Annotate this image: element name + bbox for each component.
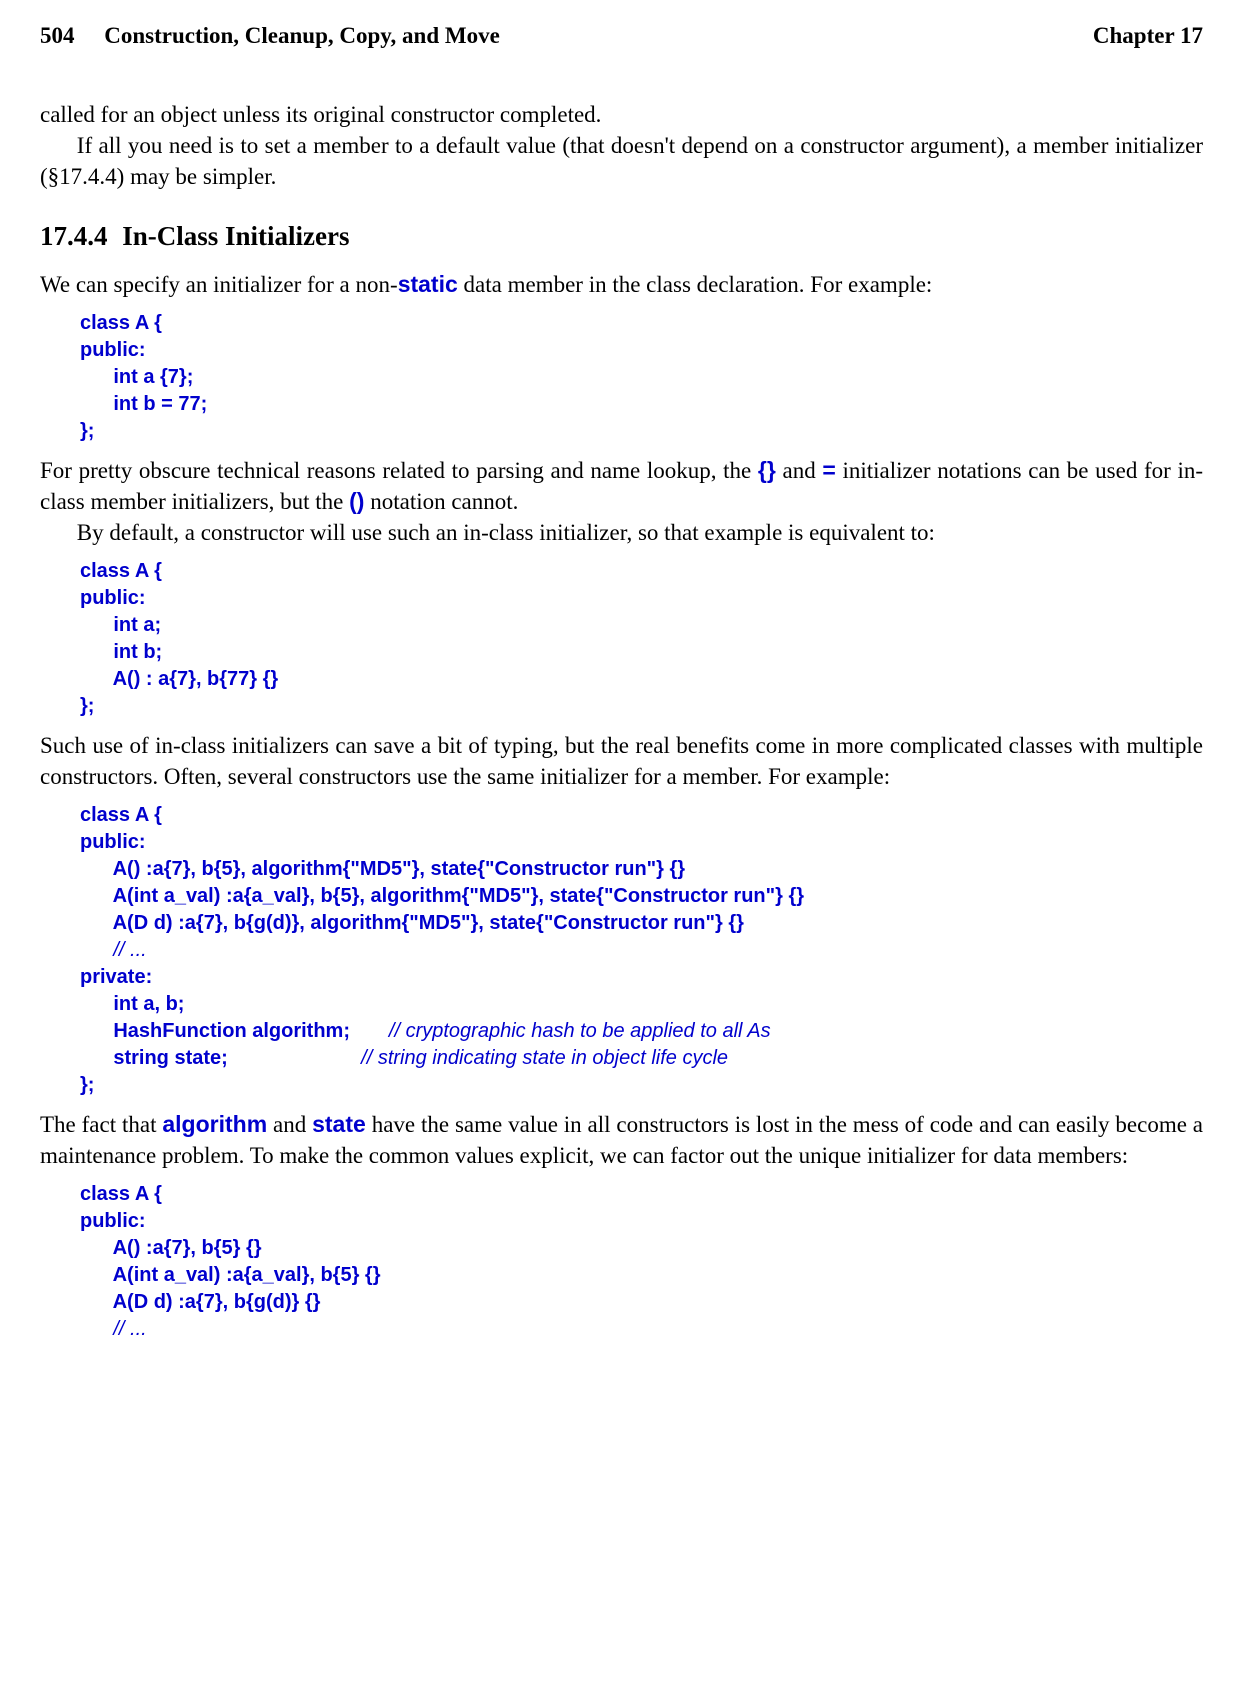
text-run: notation cannot. xyxy=(364,489,518,514)
code-line: A() :a{7}, b{5} {} xyxy=(80,1237,262,1259)
code-comment: // cryptographic hash to be applied to a… xyxy=(389,1020,771,1042)
code-line xyxy=(80,1318,113,1340)
code-line: int a, b; xyxy=(80,993,184,1015)
code-line: int b; xyxy=(80,641,162,663)
body-paragraph: called for an object unless its original… xyxy=(40,99,1203,130)
inline-code-state: state xyxy=(312,1111,366,1137)
text-run: For pretty obscure technical reasons rel… xyxy=(40,458,758,483)
code-pad xyxy=(350,1020,389,1042)
body-paragraph: For pretty obscure technical reasons rel… xyxy=(40,455,1203,517)
page-number: 504 xyxy=(40,23,75,48)
code-line: class A { xyxy=(80,804,162,826)
body-paragraph: The fact that algorithm and state have t… xyxy=(40,1109,1203,1171)
code-line: public: xyxy=(80,1210,146,1232)
code-line: class A { xyxy=(80,560,162,582)
code-line: int b = 77; xyxy=(80,393,207,415)
header-left: 504 Construction, Cleanup, Copy, and Mov… xyxy=(40,20,500,51)
inline-code-equals: = xyxy=(822,457,835,483)
code-line: HashFunction algorithm; xyxy=(80,1020,350,1042)
page-header: 504 Construction, Cleanup, Copy, and Mov… xyxy=(40,20,1203,51)
code-line: A() :a{7}, b{5}, algorithm{"MD5"}, state… xyxy=(80,858,685,880)
code-line: int a; xyxy=(80,614,161,636)
inline-code-parens: () xyxy=(349,488,364,514)
text-run: The fact that xyxy=(40,1112,162,1137)
code-line: int a {7}; xyxy=(80,366,193,388)
code-line: }; xyxy=(80,420,94,442)
code-line: A(int a_val) :a{a_val}, b{5}, algorithm{… xyxy=(80,885,804,907)
body-paragraph: We can specify an initializer for a non-… xyxy=(40,269,1203,300)
section-number: 17.4.4 xyxy=(40,221,108,251)
code-line: }; xyxy=(80,695,94,717)
section-heading: 17.4.4 In-Class Initializers xyxy=(40,218,1203,254)
code-comment: // ... xyxy=(113,1318,146,1340)
chapter-label: Chapter 17 xyxy=(1093,20,1203,51)
code-line: A() : a{7}, b{77} {} xyxy=(80,668,278,690)
code-line: private: xyxy=(80,966,152,988)
code-comment: // string indicating state in object lif… xyxy=(361,1047,728,1069)
code-block-1: class A { public: int a {7}; int b = 77;… xyxy=(80,310,1203,445)
chapter-title: Construction, Cleanup, Copy, and Move xyxy=(104,23,500,48)
inline-code-braces: {} xyxy=(758,457,776,483)
code-block-4: class A { public: A() :a{7}, b{5} {} A(i… xyxy=(80,1181,1203,1343)
inline-code-static: static xyxy=(398,271,458,297)
code-block-2: class A { public: int a; int b; A() : a{… xyxy=(80,558,1203,720)
body-paragraph: By default, a constructor will use such … xyxy=(40,517,1203,548)
text-run: data member in the class declaration. Fo… xyxy=(458,272,933,297)
code-line: A(D d) :a{7}, b{g(d)}, algorithm{"MD5"},… xyxy=(80,912,744,934)
code-line xyxy=(80,939,113,961)
body-paragraph: Such use of in-class initializers can sa… xyxy=(40,730,1203,792)
code-line: public: xyxy=(80,831,146,853)
code-pad xyxy=(228,1047,361,1069)
code-line: A(int a_val) :a{a_val}, b{5} {} xyxy=(80,1264,381,1286)
code-line: public: xyxy=(80,587,146,609)
text-run: and xyxy=(267,1112,312,1137)
section-title: In-Class Initializers xyxy=(122,221,349,251)
code-line: string state; xyxy=(80,1047,228,1069)
code-line: public: xyxy=(80,339,146,361)
code-line: }; xyxy=(80,1074,94,1096)
body-paragraph: If all you need is to set a member to a … xyxy=(40,130,1203,192)
text-run: We can specify an initializer for a non- xyxy=(40,272,398,297)
code-block-3: class A { public: A() :a{7}, b{5}, algor… xyxy=(80,802,1203,1099)
inline-code-algorithm: algorithm xyxy=(162,1111,267,1137)
code-comment: // ... xyxy=(113,939,146,961)
code-line: class A { xyxy=(80,1183,162,1205)
text-run: and xyxy=(776,458,823,483)
code-line: class A { xyxy=(80,312,162,334)
code-line: A(D d) :a{7}, b{g(d)} {} xyxy=(80,1291,320,1313)
